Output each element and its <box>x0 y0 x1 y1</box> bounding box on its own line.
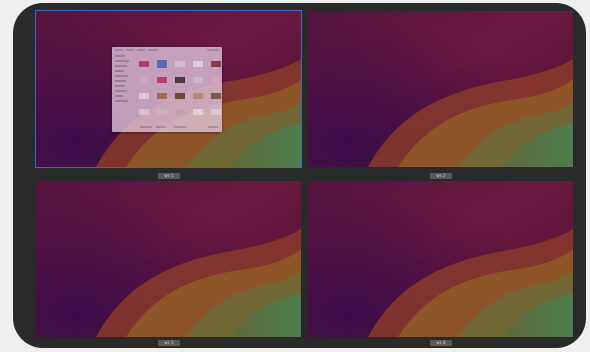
workspace-1[interactable] <box>35 10 302 168</box>
workspace-overview-frame: ws 1 ws 2 ws 3 ws 4 <box>13 3 586 348</box>
workspace-2-label: ws 2 <box>430 173 452 179</box>
wallpaper <box>36 181 301 337</box>
wallpaper <box>308 181 573 337</box>
workspace-4[interactable] <box>308 181 573 337</box>
workspace-1-label: ws 1 <box>158 173 180 179</box>
file-manager-window-thumbnail[interactable] <box>112 47 222 132</box>
workspace-2[interactable] <box>308 11 573 167</box>
workspace-4-label: ws 4 <box>430 340 452 346</box>
workspace-3[interactable] <box>36 181 301 337</box>
workspace-3-label: ws 3 <box>158 340 180 346</box>
wallpaper <box>308 11 573 167</box>
window-titlebar <box>112 47 222 53</box>
window-sidebar <box>114 55 132 128</box>
workspace-grid: ws 1 ws 2 ws 3 ws 4 <box>34 9 574 346</box>
